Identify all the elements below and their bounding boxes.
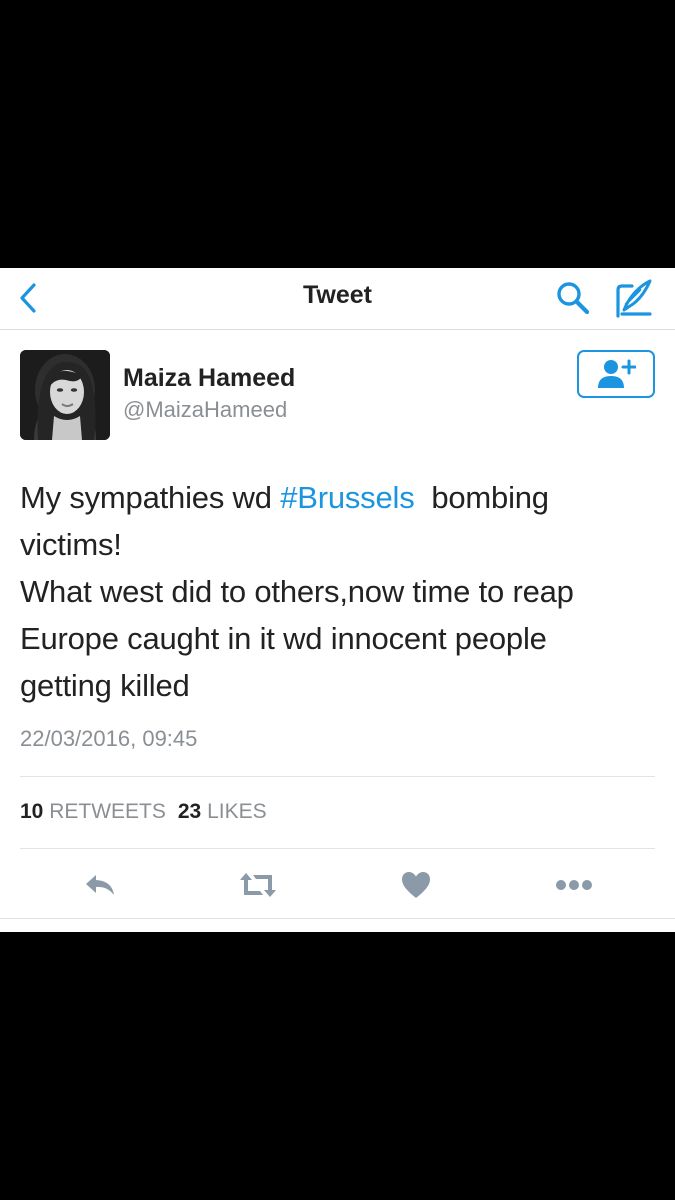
retweet-button[interactable] xyxy=(236,863,280,907)
avatar[interactable] xyxy=(20,350,110,440)
retweets-count: 10 xyxy=(20,800,44,823)
compose-button[interactable] xyxy=(612,276,656,320)
tweet-text-line: victims! xyxy=(20,527,122,562)
more-icon xyxy=(556,880,592,890)
author-name[interactable]: Maiza Hameed xyxy=(123,364,295,393)
tweet-text-line: What west did to others,now time to reap xyxy=(20,574,574,609)
likes-count: 23 xyxy=(177,800,202,823)
like-button[interactable] xyxy=(394,863,438,907)
retweets-label: RETWEETS xyxy=(49,800,166,823)
search-button[interactable] xyxy=(553,278,593,318)
tweet-detail-screen: Tweet Maiza Hameed @MaizaHameed My sympa… xyxy=(0,268,675,932)
tweet-text-segment: bombing xyxy=(414,480,549,515)
more-button[interactable] xyxy=(552,863,596,907)
compose-icon xyxy=(616,279,652,318)
tweet-text-line: My sympathies wd #Brussels bombing xyxy=(20,474,660,521)
profile-photo xyxy=(20,350,110,440)
tweet-text-line: Europe caught in it wd innocent people xyxy=(20,621,547,656)
divider xyxy=(20,848,655,849)
retweets-stat[interactable]: 10 RETWEETS xyxy=(20,800,166,823)
likes-stat[interactable]: 23 LIKES xyxy=(178,800,267,823)
follow-button[interactable] xyxy=(577,350,655,398)
divider xyxy=(20,776,655,777)
reply-button[interactable] xyxy=(78,863,122,907)
hashtag-link[interactable]: #Brussels xyxy=(280,480,415,515)
search-icon xyxy=(557,282,590,315)
retweet-icon xyxy=(240,873,276,897)
author-handle[interactable]: @MaizaHameed xyxy=(123,397,287,423)
reply-icon xyxy=(86,875,114,895)
like-icon xyxy=(402,872,430,898)
tweet-text-line: getting killed xyxy=(20,668,190,703)
tweet-text: My sympathies wd #Brussels bombing victi… xyxy=(20,474,660,709)
add-user-icon xyxy=(598,359,636,388)
likes-label: LIKES xyxy=(207,800,267,823)
tweet-stats: 10 RETWEETS 23 LIKES xyxy=(20,800,267,824)
tweet-timestamp: 22/03/2016, 09:45 xyxy=(20,726,198,751)
divider xyxy=(0,918,675,919)
tweet-text-segment: My sympathies wd xyxy=(20,480,281,515)
navigation-bar: Tweet xyxy=(0,268,675,330)
